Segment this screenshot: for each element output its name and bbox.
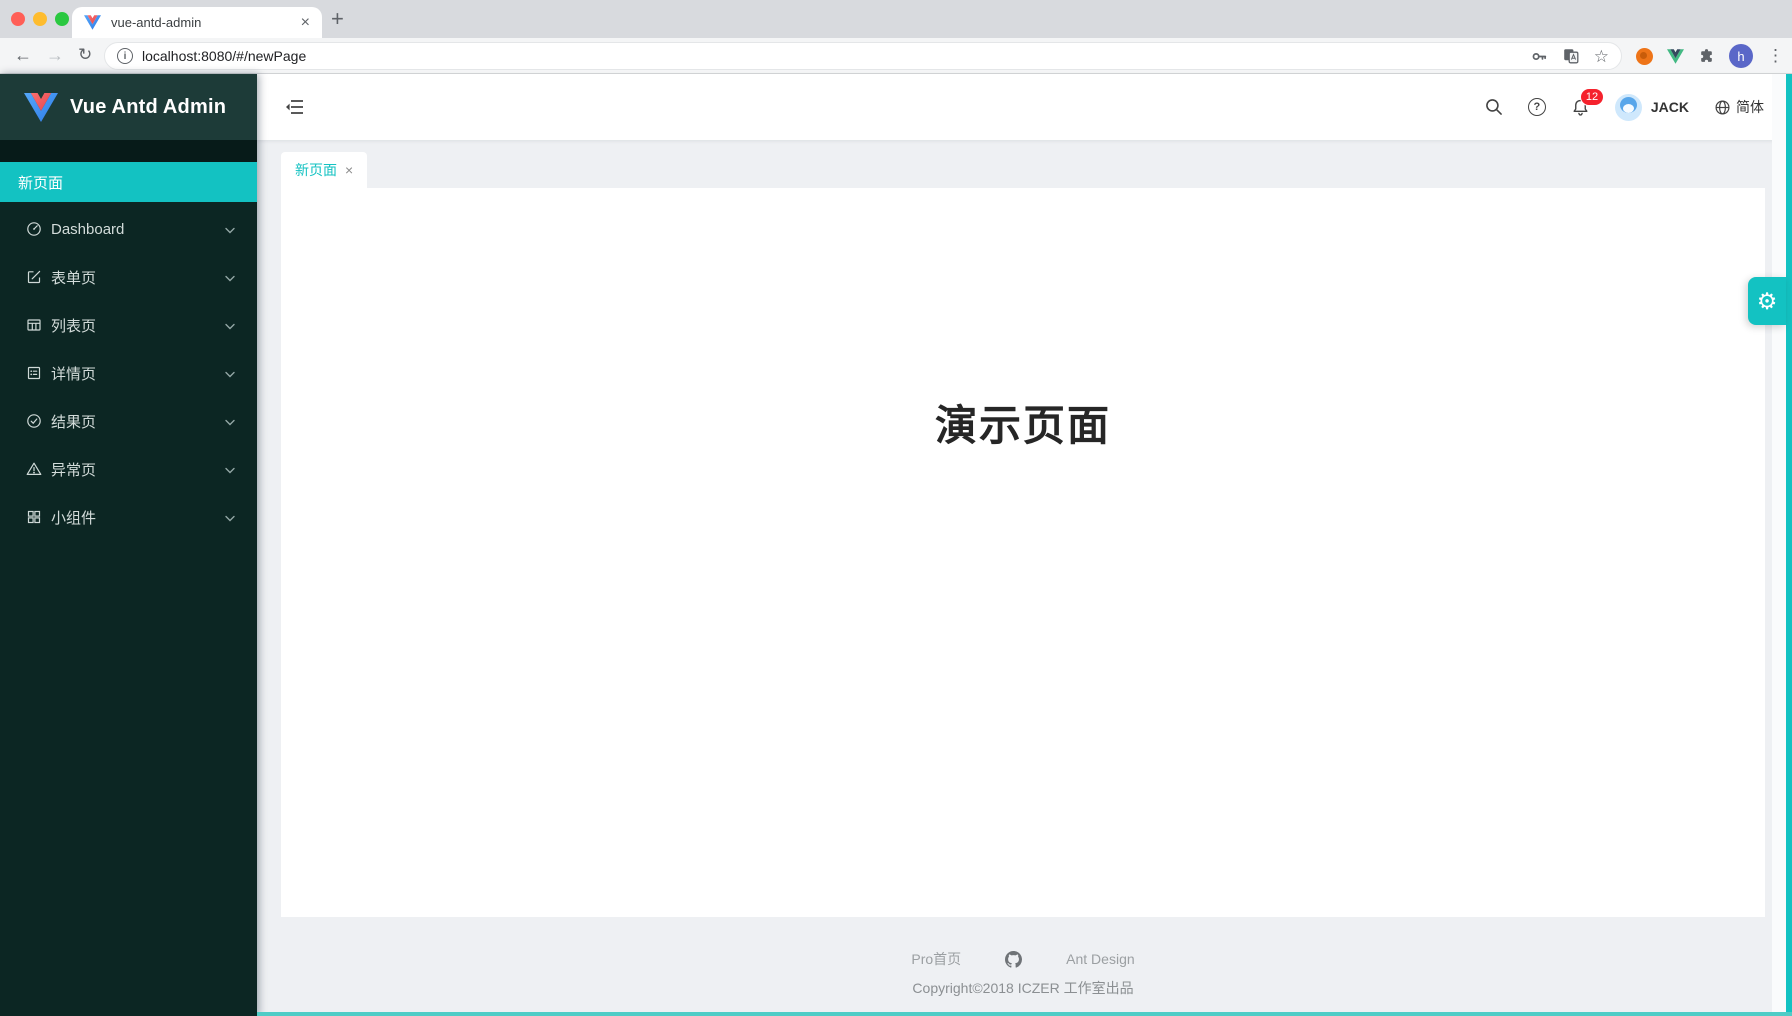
github-icon[interactable] [1005,951,1022,968]
bottom-accent-edge [257,1012,1792,1016]
page-title: 演示页面 [281,188,1765,453]
content-area: 演示页面 Pro首页 Ant Design Copyright©2018 ICZ… [257,188,1792,1016]
browser-tab-title: vue-antd-admin [111,15,201,30]
sidebar-item-label: 异常页 [51,459,96,480]
sidebar-item-label: 详情页 [51,363,96,384]
page-tab-newpage[interactable]: 新页面 × [281,152,367,188]
app-title: Vue Antd Admin [70,96,226,119]
sidebar-item-exceptions[interactable]: 异常页 [0,445,257,493]
browser-tab[interactable]: vue-antd-admin × [72,7,322,38]
copyright: Copyright©2018 ICZER 工作室出品 [281,978,1765,998]
chevron-down-icon [225,509,235,526]
footer-link-antd[interactable]: Ant Design [1066,951,1134,967]
app-header: ? 12 JACK 简体 [257,74,1792,140]
right-accent-edge [1786,74,1792,1016]
new-tab-button[interactable]: + [331,6,344,32]
reload-icon[interactable]: ↻ [78,44,92,66]
check-circle-icon [26,413,42,429]
dashboard-icon [26,221,42,237]
sidebar-item-label: Dashboard [51,221,124,238]
page-tabbar: 新页面 × [257,140,1792,188]
extensions-puzzle-icon[interactable] [1698,48,1715,65]
chevron-down-icon [225,413,235,430]
menu-fold-icon[interactable] [285,98,305,116]
sidebar-item-label: 结果页 [51,411,96,432]
sidebar-item-results[interactable]: 结果页 [0,397,257,445]
sidebar-divider [0,140,257,162]
app-logo[interactable]: Vue Antd Admin [0,74,257,140]
footer: Pro首页 Ant Design Copyright©2018 ICZER 工作… [281,949,1765,998]
language-switcher[interactable]: 简体 [1714,97,1764,117]
sidebar-item-newpage[interactable]: 新页面 [0,162,257,202]
scrollbar-track[interactable] [1772,74,1786,1016]
window-close-button[interactable] [11,12,25,26]
warning-icon [26,461,42,477]
profile-icon [26,365,42,381]
page-info-icon[interactable]: i [117,48,133,64]
forward-icon[interactable]: → [46,44,64,66]
browser-tabstrip: vue-antd-admin × + [0,0,1792,38]
vue-logo-icon [24,93,58,122]
sidebar: Vue Antd Admin 新页面 Dashboard [0,74,257,1016]
url-text: localhost:8080/#/newPage [142,48,306,64]
sidebar-item-forms[interactable]: 表单页 [0,253,257,301]
sidebar-item-dashboard[interactable]: Dashboard [0,205,257,253]
chevron-down-icon [225,317,235,334]
page-card: 演示页面 [281,188,1765,917]
help-icon[interactable]: ? [1528,98,1546,116]
appstore-icon [26,509,42,525]
gear-icon: ⚙ [1757,288,1778,315]
notification-bell[interactable]: 12 [1571,98,1590,117]
chevron-down-icon [225,365,235,382]
page-tab-close-icon[interactable]: × [345,163,353,177]
user-name: JACK [1651,99,1689,115]
browser-menu-icon[interactable]: ⋮ [1767,46,1784,66]
vue-devtools-icon[interactable] [1667,49,1684,64]
sidebar-item-label: 小组件 [51,507,96,528]
user-menu[interactable]: JACK [1615,94,1689,121]
page-tab-label: 新页面 [295,160,337,180]
bookmark-star-icon[interactable]: ☆ [1594,48,1609,65]
table-icon [26,317,42,333]
chevron-down-icon [225,461,235,478]
chevron-down-icon [225,269,235,286]
translate-icon[interactable] [1563,48,1579,64]
back-icon[interactable]: ← [14,44,32,66]
chevron-down-icon [225,221,235,238]
window-zoom-button[interactable] [55,12,69,26]
sidebar-menu: Dashboard 表单页 [0,202,257,541]
language-label: 简体 [1736,97,1764,117]
browser-profile-avatar[interactable]: h [1729,44,1753,68]
notification-badge: 12 [1580,88,1604,106]
avatar [1615,94,1642,121]
sidebar-item-label: 新页面 [18,172,63,193]
sidebar-item-details[interactable]: 详情页 [0,349,257,397]
globe-icon [1714,99,1731,116]
vue-favicon-icon [84,15,101,30]
screen: vue-antd-admin × + ← → ↻ i localhost:808… [0,0,1792,1016]
password-key-icon[interactable] [1531,48,1548,65]
browser-toolbar: ← → ↻ i localhost:8080/#/newPage [0,38,1792,74]
sidebar-item-label: 表单页 [51,267,96,288]
window-minimize-button[interactable] [33,12,47,26]
sidebar-item-widgets[interactable]: 小组件 [0,493,257,541]
footer-link-pro[interactable]: Pro首页 [911,949,961,969]
address-bar[interactable]: i localhost:8080/#/newPage ☆ [104,42,1622,70]
form-icon [26,269,42,285]
sidebar-item-label: 列表页 [51,315,96,336]
sidebar-item-lists[interactable]: 列表页 [0,301,257,349]
search-icon[interactable] [1485,98,1503,116]
settings-drawer-button[interactable]: ⚙ [1748,277,1786,325]
extension-orange-icon[interactable] [1636,48,1653,65]
tab-close-icon[interactable]: × [301,15,310,31]
